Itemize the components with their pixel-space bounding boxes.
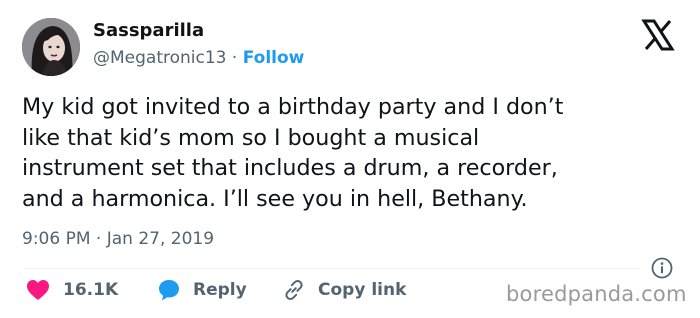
user-handle[interactable]: @Megatronic13 (93, 48, 227, 68)
copy-link-button[interactable]: Copy link (282, 278, 406, 302)
avatar[interactable] (22, 18, 80, 76)
watermark: boredpanda.com (506, 282, 687, 306)
tweet-card: Sassparilla @Megatronic13 · Follow My ki… (0, 0, 700, 318)
tweet-text-line: My kid got invited to a birthday party a… (22, 94, 564, 120)
avatar-photo (22, 18, 80, 76)
tweet-time: 9:06 PM (22, 229, 91, 249)
reply-button[interactable]: Reply (157, 278, 247, 302)
reply-label: Reply (193, 280, 247, 300)
tweet-text-line: and a harmonica. I’ll see you in hell, B… (22, 185, 528, 212)
handle-line: @Megatronic13 · Follow (93, 48, 304, 68)
date-separator: · (95, 229, 102, 249)
like-button[interactable]: 16.1K (26, 278, 118, 302)
divider (22, 268, 640, 269)
copy-link-label: Copy link (318, 280, 407, 300)
x-logo-icon[interactable] (641, 18, 675, 52)
tweet-date: Jan 27, 2019 (106, 229, 215, 249)
tweet-text-line: instrument set that includes a drum, a r… (22, 155, 558, 181)
separator-dot: · (231, 48, 238, 68)
tweet-text: My kid got invited to a birthday party a… (22, 92, 672, 214)
display-name[interactable]: Sassparilla (93, 20, 204, 41)
tweet-timestamp[interactable]: 9:06 PM · Jan 27, 2019 (22, 229, 214, 249)
follow-button[interactable]: Follow (243, 48, 305, 68)
heart-icon (27, 280, 49, 300)
speech-bubble-icon (159, 280, 179, 301)
like-count: 16.1K (63, 280, 119, 300)
info-icon[interactable] (651, 257, 673, 279)
tweet-text-line: like that kid’s mom so I bought a musica… (22, 124, 480, 151)
link-icon (285, 280, 303, 300)
